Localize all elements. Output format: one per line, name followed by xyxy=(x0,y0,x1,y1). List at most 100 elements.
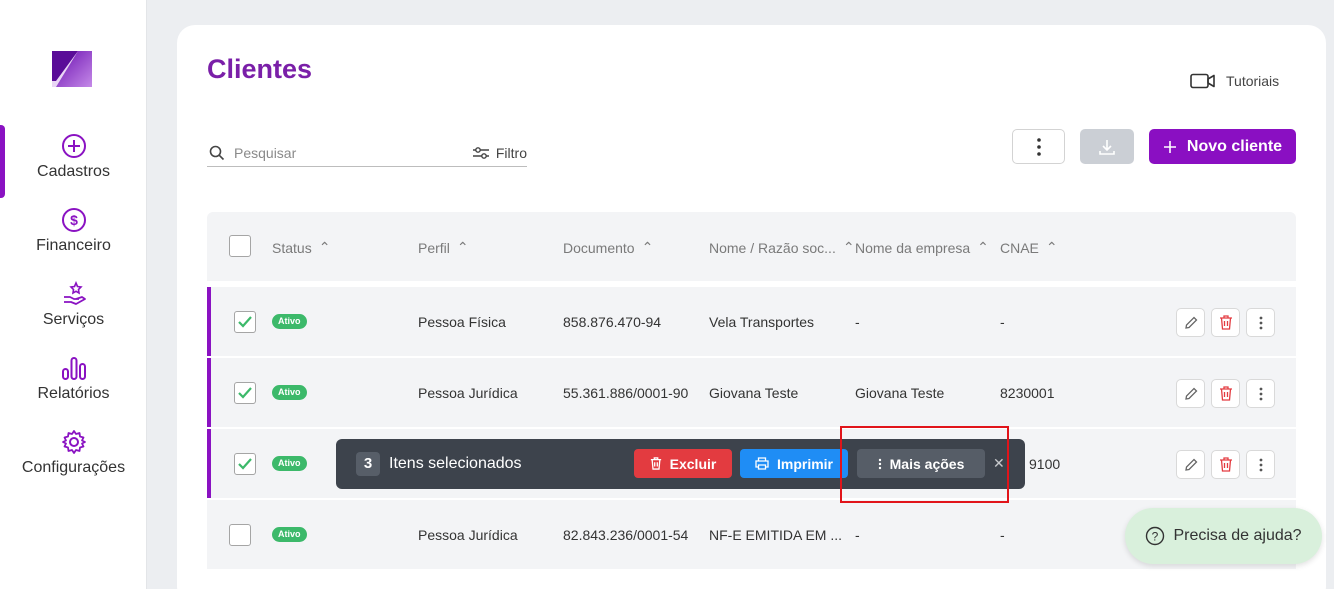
column-header-empresa[interactable]: Nome da empresa ⌃ xyxy=(855,239,989,256)
delete-row-button[interactable] xyxy=(1211,308,1240,337)
cell-nome: Giovana Teste xyxy=(709,385,799,401)
cell-perfil: Pessoa Jurídica xyxy=(418,527,518,543)
video-camera-icon xyxy=(1190,73,1215,89)
cell-perfil: Pessoa Jurídica xyxy=(418,385,518,401)
selected-count-badge: 3 xyxy=(356,452,380,476)
column-header-cnae[interactable]: CNAE ⌃ xyxy=(1000,239,1058,256)
row-checkbox[interactable] xyxy=(234,453,256,475)
cell-cnae: - xyxy=(1000,314,1005,330)
sort-icon: ⌃ xyxy=(456,239,469,255)
row-checkbox[interactable] xyxy=(234,382,256,404)
row-checkbox[interactable] xyxy=(234,311,256,333)
bar-chart-icon xyxy=(61,357,86,380)
sidebar-item-label: Cadastros xyxy=(37,163,110,180)
svg-text:$: $ xyxy=(70,212,78,228)
bulk-delete-button[interactable]: Excluir xyxy=(634,449,732,478)
pencil-icon xyxy=(1184,387,1197,400)
tutorials-link[interactable]: Tutoriais xyxy=(1190,73,1279,89)
bulk-delete-label: Excluir xyxy=(669,455,717,472)
sort-icon: ⌃ xyxy=(318,239,331,255)
cell-empresa: - xyxy=(855,314,860,330)
app-logo xyxy=(48,47,96,91)
sort-icon: ⌃ xyxy=(842,239,855,255)
selected-row-indicator xyxy=(207,429,211,498)
check-icon xyxy=(238,387,252,399)
trash-icon xyxy=(1219,457,1232,472)
table-row[interactable]: Ativo Pessoa Física 858.876.470-94 Vela … xyxy=(207,287,1296,356)
edit-button[interactable] xyxy=(1176,308,1205,337)
help-chat-button[interactable]: ? Precisa de ajuda? xyxy=(1125,508,1322,564)
plus-circle-icon xyxy=(61,134,86,158)
download-button[interactable] xyxy=(1080,129,1134,164)
plus-icon xyxy=(1163,140,1176,153)
row-checkbox[interactable] xyxy=(229,524,251,546)
cell-documento: 55.361.886/0001-90 xyxy=(563,385,689,401)
column-header-nome[interactable]: Nome / Razão soc... ⌃ xyxy=(709,239,855,256)
status-badge: Ativo xyxy=(272,527,307,542)
tutorials-label: Tutoriais xyxy=(1226,73,1280,89)
check-icon xyxy=(238,316,252,328)
column-label: CNAE xyxy=(1000,239,1039,256)
cell-empresa: - xyxy=(855,527,860,543)
cell-cnae: - xyxy=(1000,527,1005,543)
column-label: Nome / Razão soc... xyxy=(709,239,836,256)
delete-row-button[interactable] xyxy=(1211,450,1240,479)
svg-text:?: ? xyxy=(1152,530,1159,544)
column-header-status[interactable]: Status ⌃ xyxy=(272,239,330,256)
sort-icon: ⌃ xyxy=(977,239,989,255)
cell-nome: NF-E EMITIDA EM ... xyxy=(709,527,843,543)
trash-icon xyxy=(1219,386,1232,401)
check-icon xyxy=(238,458,252,470)
sidebar-item-label: Configurações xyxy=(21,459,126,476)
column-header-perfil[interactable]: Perfil ⌃ xyxy=(418,239,469,256)
sort-icon: ⌃ xyxy=(641,239,654,255)
sidebar: Cadastros $ Financeiro Serviços Relatóri… xyxy=(0,0,147,589)
more-options-button[interactable] xyxy=(1012,129,1065,164)
select-all-checkbox[interactable] xyxy=(229,235,251,257)
cell-cnae: 8230001 xyxy=(1000,385,1055,401)
highlight-box xyxy=(840,426,1009,503)
sort-icon: ⌃ xyxy=(1045,239,1058,255)
download-icon xyxy=(1099,139,1115,155)
search-field[interactable]: Pesquisar Filtro xyxy=(207,140,527,167)
cell-nome: Vela Transportes xyxy=(709,314,815,330)
delete-row-button[interactable] xyxy=(1211,379,1240,408)
kebab-icon xyxy=(1036,137,1041,156)
page-title: Clientes xyxy=(207,54,313,84)
sidebar-item-configuracoes[interactable]: Configurações xyxy=(0,429,147,477)
sidebar-item-relatorios[interactable]: Relatórios xyxy=(0,355,147,403)
row-more-button[interactable] xyxy=(1246,450,1275,479)
edit-button[interactable] xyxy=(1176,450,1205,479)
status-badge: Ativo xyxy=(272,456,307,471)
sidebar-item-servicos[interactable]: Serviços xyxy=(0,281,147,329)
sidebar-item-financeiro[interactable]: $ Financeiro xyxy=(0,207,147,255)
column-label: Documento xyxy=(563,239,635,256)
filter-button[interactable]: Filtro xyxy=(472,145,527,161)
edit-button[interactable] xyxy=(1176,379,1205,408)
trash-icon xyxy=(650,457,661,470)
gear-icon xyxy=(61,430,86,454)
column-label: Perfil xyxy=(418,239,450,256)
sliders-icon xyxy=(472,147,489,159)
table-row[interactable]: Ativo Pessoa Jurídica 55.361.886/0001-90… xyxy=(207,358,1296,427)
pencil-icon xyxy=(1184,458,1197,471)
question-circle-icon: ? xyxy=(1146,526,1165,546)
bulk-print-label: Imprimir xyxy=(776,455,833,472)
printer-icon xyxy=(755,457,769,470)
sidebar-item-label: Financeiro xyxy=(36,237,111,254)
hand-star-icon xyxy=(63,281,86,305)
new-client-button[interactable]: Novo cliente xyxy=(1149,129,1296,164)
cell-perfil: Pessoa Física xyxy=(418,314,506,330)
bulk-print-button[interactable]: Imprimir xyxy=(740,449,848,478)
sidebar-item-cadastros[interactable]: Cadastros xyxy=(0,133,147,181)
help-label: Precisa de ajuda? xyxy=(1173,527,1302,544)
selected-row-indicator xyxy=(207,287,211,356)
column-label: Status xyxy=(272,239,312,256)
column-header-documento[interactable]: Documento ⌃ xyxy=(563,239,653,256)
cell-empresa: Giovana Teste xyxy=(855,385,945,401)
search-input[interactable]: Pesquisar xyxy=(234,145,296,161)
row-more-button[interactable] xyxy=(1246,308,1275,337)
row-more-button[interactable] xyxy=(1246,379,1275,408)
column-label: Nome da empresa xyxy=(855,239,971,256)
cell-documento: 82.843.236/0001-54 xyxy=(563,527,689,543)
